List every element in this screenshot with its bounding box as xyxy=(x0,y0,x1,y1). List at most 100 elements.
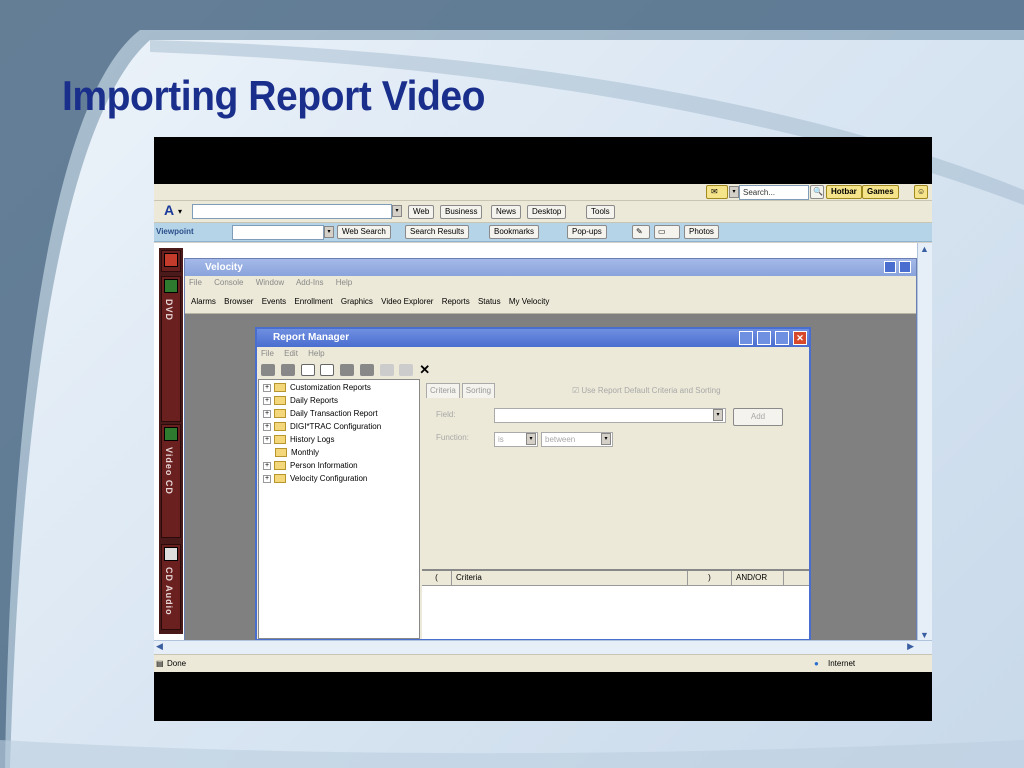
tree-item[interactable]: + History Logs xyxy=(263,433,334,446)
tree-item[interactable]: + DIGI*TRAC Configuration xyxy=(263,420,381,433)
preview-icon[interactable] xyxy=(280,364,295,376)
col-criteria[interactable]: Criteria xyxy=(452,571,688,585)
web-button[interactable]: Web xyxy=(408,205,435,219)
enrollment-button[interactable]: Enrollment xyxy=(294,297,332,306)
export-icon[interactable] xyxy=(359,364,374,376)
velocity-menu-addins[interactable]: Add-Ins xyxy=(296,278,324,287)
tree-item[interactable]: + Customization Reports xyxy=(263,381,371,394)
tree-item[interactable]: + Daily Reports xyxy=(263,394,338,407)
media-item-dvd[interactable]: DVD xyxy=(161,276,181,422)
edit-report-icon[interactable] xyxy=(320,364,335,376)
mail-icon[interactable]: ✉ xyxy=(706,185,728,199)
new-report-icon[interactable] xyxy=(300,364,315,376)
scroll-right-icon[interactable]: ▶ xyxy=(907,641,914,652)
bookmarks-button[interactable]: Bookmarks xyxy=(489,225,540,239)
velocity-menu-file[interactable]: File xyxy=(189,278,202,287)
pen-icon[interactable]: ✎ xyxy=(632,225,650,239)
velocity-menu-bar: File Console Window Add-Ins Help xyxy=(185,276,916,290)
search-icon[interactable]: 🔍 xyxy=(810,185,824,199)
scroll-left-icon[interactable]: ◀ xyxy=(156,641,163,652)
rm-minimize-icon[interactable] xyxy=(757,331,771,345)
col-and-or[interactable]: AND/OR xyxy=(732,571,784,585)
logo-dropdown-icon[interactable]: ▾ xyxy=(178,206,182,218)
velocity-title: Velocity xyxy=(205,262,243,273)
import-icon[interactable] xyxy=(340,364,355,376)
search-input[interactable]: Search... xyxy=(739,185,809,200)
news-button[interactable]: News xyxy=(491,205,522,219)
col-close-paren[interactable]: ) xyxy=(688,571,732,585)
browser-button[interactable]: Browser xyxy=(224,297,253,306)
print-icon[interactable] xyxy=(261,364,275,376)
toolbar-search: A ▾ ▾ Web Business News Desktop Tools xyxy=(154,201,932,223)
velocity-minimize-icon[interactable] xyxy=(884,261,896,273)
hotbar-button[interactable]: Hotbar xyxy=(826,185,862,199)
events-button[interactable]: Events xyxy=(262,297,286,306)
rm-help-icon[interactable] xyxy=(739,331,753,345)
velocity-restore-icon[interactable] xyxy=(899,261,911,273)
scroll-up-icon[interactable]: ▲ xyxy=(920,244,929,254)
video-explorer-button[interactable]: Video Explorer xyxy=(381,297,433,306)
my-velocity-button[interactable]: My Velocity xyxy=(509,297,549,306)
web-search-button[interactable]: Web Search xyxy=(337,225,391,239)
report-manager-window: Report Manager ✕ File Edit Help ✕ + Cust… xyxy=(255,327,811,641)
rm-menu-file[interactable]: File xyxy=(261,349,274,358)
address-input[interactable] xyxy=(192,204,392,219)
add-button[interactable]: Add xyxy=(733,408,783,426)
function-value-dropdown[interactable]: ▾ xyxy=(601,433,611,445)
viewpoint-dropdown[interactable]: ▾ xyxy=(324,226,334,238)
tab-criteria[interactable]: Criteria xyxy=(426,383,460,398)
vertical-scrollbar[interactable]: ▲ ▼ xyxy=(917,243,932,641)
field-select[interactable] xyxy=(494,408,726,423)
rm-toolbar: ✕ xyxy=(257,361,809,379)
window-icon[interactable]: ▭ xyxy=(654,225,680,239)
tree-item[interactable]: Monthly xyxy=(275,446,319,459)
mail-dropdown[interactable]: ▾ xyxy=(729,186,739,198)
graphics-button[interactable]: Graphics xyxy=(341,297,373,306)
tools-button[interactable]: Tools xyxy=(586,205,615,219)
status-button[interactable]: Status xyxy=(478,297,501,306)
velocity-toolbar: Alarms Browser Events Enrollment Graphic… xyxy=(185,290,916,314)
properties-icon[interactable] xyxy=(399,364,414,376)
media-label-cd-audio: CD Audio xyxy=(164,567,174,616)
rm-menu-edit[interactable]: Edit xyxy=(284,349,298,358)
rm-menu-help[interactable]: Help xyxy=(308,349,324,358)
tree-item[interactable]: + Person Information xyxy=(263,459,358,472)
field-dropdown[interactable]: ▾ xyxy=(713,409,723,421)
media-top-icon[interactable] xyxy=(161,250,181,272)
velocity-title-bar: Velocity xyxy=(185,259,916,276)
delete-icon[interactable]: ✕ xyxy=(419,362,430,377)
reports-button[interactable]: Reports xyxy=(442,297,470,306)
criteria-panel: Criteria Sorting ☑ Use Report Default Cri… xyxy=(422,379,809,639)
globe-icon: ● xyxy=(814,659,819,668)
scroll-down-icon[interactable]: ▼ xyxy=(920,630,929,640)
viewpoint-label[interactable]: Viewpoint xyxy=(156,226,194,238)
criteria-grid-body[interactable] xyxy=(422,585,809,639)
media-item-video-cd[interactable]: Video CD xyxy=(161,424,181,538)
tree-item[interactable]: + Daily Transaction Report xyxy=(263,407,378,420)
velocity-menu-console[interactable]: Console xyxy=(214,278,243,287)
rm-maximize-icon[interactable] xyxy=(775,331,789,345)
smiley-icon[interactable]: ☺ xyxy=(914,185,928,199)
media-item-cd-audio[interactable]: CD Audio xyxy=(161,544,181,630)
tab-sorting[interactable]: Sorting xyxy=(461,383,496,398)
desktop-button[interactable]: Desktop xyxy=(527,205,567,219)
velocity-menu-help[interactable]: Help xyxy=(336,278,352,287)
search-results-button[interactable]: Search Results xyxy=(405,225,470,239)
address-dropdown[interactable]: ▾ xyxy=(392,205,402,217)
alarms-button[interactable]: Alarms xyxy=(191,297,216,306)
report-manager-title: Report Manager xyxy=(273,332,350,343)
viewpoint-input[interactable] xyxy=(232,225,324,240)
col-open-paren[interactable]: ( xyxy=(422,571,452,585)
tree-item[interactable]: + Velocity Configuration xyxy=(263,472,367,485)
games-button[interactable]: Games xyxy=(862,185,899,199)
function-operator-dropdown[interactable]: ▾ xyxy=(526,433,536,445)
photos-button[interactable]: Photos xyxy=(684,225,719,239)
report-tree: + Customization Reports + Daily Reports + D… xyxy=(258,379,420,639)
copy-icon[interactable] xyxy=(379,364,394,376)
velocity-menu-window[interactable]: Window xyxy=(256,278,284,287)
popups-button[interactable]: Pop-ups xyxy=(567,225,607,239)
rm-close-icon[interactable]: ✕ xyxy=(793,331,807,345)
business-button[interactable]: Business xyxy=(440,205,483,219)
horizontal-scrollbar[interactable]: ◀ ▶ xyxy=(154,640,932,654)
use-default-checkbox[interactable]: ☑ Use Report Default Criteria and Sortin… xyxy=(572,385,721,397)
